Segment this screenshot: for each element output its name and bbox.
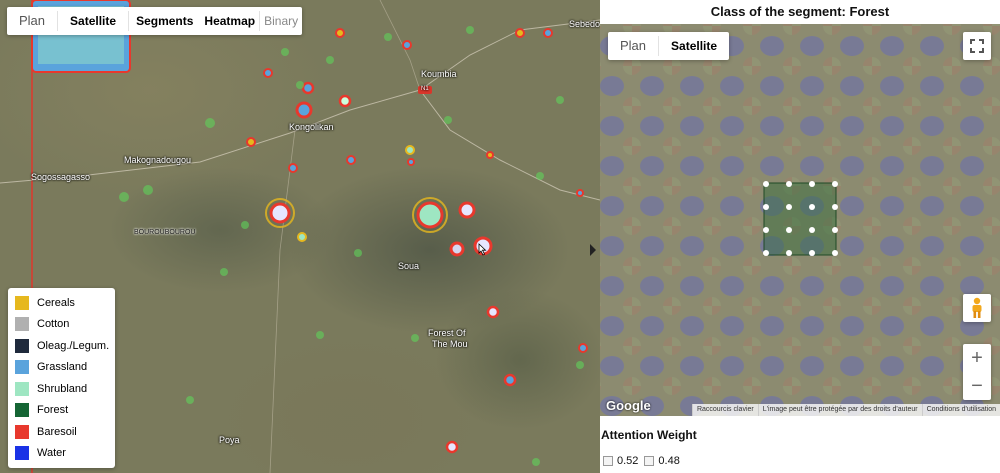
panel-divider-arrow-icon[interactable]	[590, 244, 596, 256]
zoom-control: + −	[963, 344, 991, 400]
weight-checkbox[interactable]	[644, 456, 655, 466]
map-type-segments[interactable]: Segments	[129, 7, 200, 35]
legend-label: Cereals	[37, 296, 75, 309]
map-type-selector: Plan Satellite Segments Heatmap Binary	[7, 7, 303, 35]
fullscreen-button[interactable]	[963, 32, 991, 60]
place-label: BOUROUBOUROU	[134, 229, 196, 236]
legend-item-cereals: Cereals	[8, 292, 115, 314]
legend-swatch	[15, 317, 29, 332]
legend-swatch	[15, 403, 29, 418]
copyright-notice: L'image peut être protégée par des droit…	[757, 404, 922, 416]
street-view-button[interactable]	[963, 294, 991, 322]
pegman-icon	[972, 297, 982, 318]
map-type-satellite[interactable]: Satellite	[58, 7, 128, 35]
segment-detail-panel: Class of the segment: Forest Plan Satell…	[600, 0, 1000, 473]
place-label: Sebedo	[569, 19, 600, 29]
zoom-in-button[interactable]: +	[963, 344, 991, 372]
legend-swatch	[15, 381, 29, 396]
legend-item-water: Water	[8, 443, 115, 465]
right-map-type-satellite[interactable]: Satellite	[659, 32, 729, 60]
road	[419, 89, 600, 201]
segment-map[interactable]: Plan Satellite + − Google Raccourcis cla…	[600, 24, 1000, 416]
map-type-binary[interactable]: Binary	[260, 7, 302, 35]
place-label: Kongolikan	[289, 122, 334, 132]
segment-class-title: Class of the segment: Forest	[710, 4, 890, 19]
heat-blobs	[246, 28, 588, 454]
place-label: Soua	[398, 261, 420, 271]
legend-swatch	[15, 338, 29, 353]
legend-item-shrubland: Shrubland	[8, 378, 115, 400]
place-label: Forest Of	[428, 328, 466, 338]
map-type-heatmap[interactable]: Heatmap	[200, 7, 259, 35]
road	[269, 129, 296, 473]
legend-swatch	[15, 295, 29, 310]
place-label: Koumbia	[421, 69, 457, 79]
terms-link[interactable]: Conditions d'utilisation	[921, 404, 1000, 416]
google-logo: Google	[606, 398, 651, 413]
green-glows	[119, 16, 584, 466]
weight-checkbox[interactable]	[603, 456, 613, 466]
right-map-type-plan[interactable]: Plan	[608, 32, 658, 60]
keyboard-shortcuts-link[interactable]: Raccourcis clavier	[691, 404, 758, 416]
place-label: Poya	[219, 435, 240, 445]
legend-swatch	[15, 360, 29, 375]
legend-item-oleag-legum: Oleag./Legum.	[8, 335, 115, 357]
attention-weights: 0.52 0.48	[603, 455, 686, 467]
legend-label: Forest	[37, 404, 69, 417]
weight-value: 0.48	[658, 455, 680, 467]
legend-swatch	[15, 446, 29, 461]
legend-item-grassland: Grassland	[8, 357, 115, 379]
legend-label: Baresoil	[37, 425, 77, 438]
place-label: The Mou	[432, 339, 468, 349]
fullscreen-icon	[970, 39, 984, 53]
attention-weight-title: Attention Weight	[601, 428, 697, 442]
legend-label: Oleag./Legum.	[37, 339, 110, 352]
place-label: Sogossagasso	[31, 172, 91, 182]
legend-label: Water	[37, 447, 66, 460]
map-type-plan[interactable]: Plan	[7, 7, 57, 35]
legend-item-baresoil: Baresoil	[8, 421, 115, 443]
legend-item-cotton: Cotton	[8, 314, 115, 336]
legend-label: Shrubland	[37, 382, 88, 395]
right-map-type-selector: Plan Satellite	[608, 32, 730, 60]
legend-swatch	[15, 424, 29, 439]
segment-polygon	[763, 182, 837, 256]
legend-item-forest: Forest	[8, 400, 115, 422]
road-shield-label: N1	[421, 86, 429, 92]
map-attribution: Raccourcis clavier L'image peut être pro…	[691, 404, 1000, 416]
road	[379, 0, 421, 91]
main-map[interactable]: Plan Satellite Segments Heatmap Binary K…	[0, 0, 600, 473]
weight-value: 0.52	[617, 455, 639, 467]
zoom-out-button[interactable]: −	[963, 372, 991, 400]
place-label: Makognadougou	[124, 155, 192, 165]
legend: Cereals Cotton Oleag./Legum. Grassland S…	[8, 288, 115, 468]
legend-label: Grassland	[37, 361, 88, 374]
segment-map-canvas	[600, 24, 1000, 416]
legend-label: Cotton	[37, 318, 70, 331]
